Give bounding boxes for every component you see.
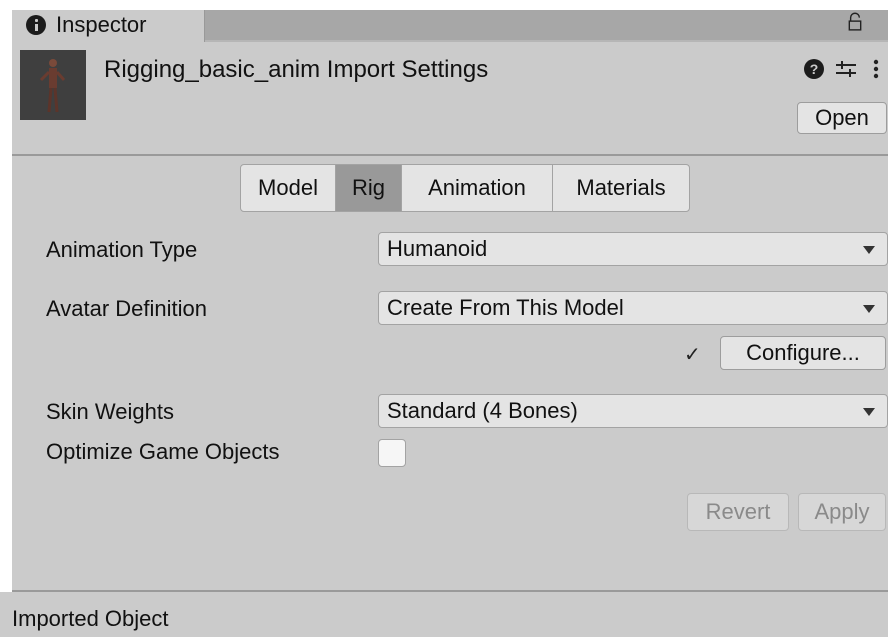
imported-object-section[interactable]: Imported Object xyxy=(0,592,888,637)
lock-icon[interactable] xyxy=(848,12,862,32)
tab-inspector-label: Inspector xyxy=(56,12,147,37)
revert-button[interactable]: Revert xyxy=(687,493,789,531)
inspector-window: Inspector Rigging_basic_anim Import Sett… xyxy=(0,0,888,637)
tab-materials[interactable]: Materials xyxy=(552,164,690,212)
imported-object-label: Imported Object xyxy=(12,606,169,631)
animation-type-dropdown[interactable]: Humanoid xyxy=(378,232,888,266)
rig-settings-panel: Model Rig Animation Materials Animation … xyxy=(12,156,888,590)
avatar-definition-label: Avatar Definition xyxy=(46,296,208,321)
top-margin xyxy=(0,0,888,10)
help-icon[interactable]: ? xyxy=(804,59,824,79)
skin-weights-value: Standard (4 Bones) xyxy=(387,398,578,423)
avatar-definition-dropdown[interactable]: Create From This Model xyxy=(378,291,888,325)
configure-button[interactable]: Configure... xyxy=(720,336,886,370)
tab-inspector[interactable]: Inspector xyxy=(12,10,205,42)
tab-animation[interactable]: Animation xyxy=(401,164,553,212)
open-button[interactable]: Open xyxy=(797,102,887,134)
info-icon xyxy=(26,15,46,35)
animation-type-value: Humanoid xyxy=(387,236,488,261)
optimize-game-objects-label: Optimize Game Objects xyxy=(46,439,280,464)
chevron-down-icon xyxy=(863,408,875,416)
check-icon: ✓ xyxy=(684,344,701,366)
import-tabs: Model Rig Animation Materials xyxy=(240,164,690,212)
chevron-down-icon xyxy=(863,305,875,313)
page-title: Rigging_basic_anim Import Settings xyxy=(104,56,489,83)
avatar-definition-value: Create From This Model xyxy=(387,295,624,320)
left-margin xyxy=(0,0,12,637)
tab-rig[interactable]: Rig xyxy=(335,164,402,212)
presets-icon[interactable] xyxy=(834,58,858,80)
animation-type-label: Animation Type xyxy=(46,237,198,262)
skin-weights-dropdown[interactable]: Standard (4 Bones) xyxy=(378,394,888,428)
apply-button[interactable]: Apply xyxy=(798,493,886,531)
chevron-down-icon xyxy=(863,246,875,254)
model-thumbnail xyxy=(20,50,86,120)
humanoid-figure-icon xyxy=(39,59,66,113)
skin-weights-label: Skin Weights xyxy=(46,399,174,424)
more-vert-icon[interactable] xyxy=(872,58,880,80)
inspector-header: Rigging_basic_anim Import Settings ? Ope… xyxy=(12,42,888,154)
tab-model[interactable]: Model xyxy=(240,164,336,212)
optimize-game-objects-checkbox[interactable] xyxy=(378,439,406,467)
